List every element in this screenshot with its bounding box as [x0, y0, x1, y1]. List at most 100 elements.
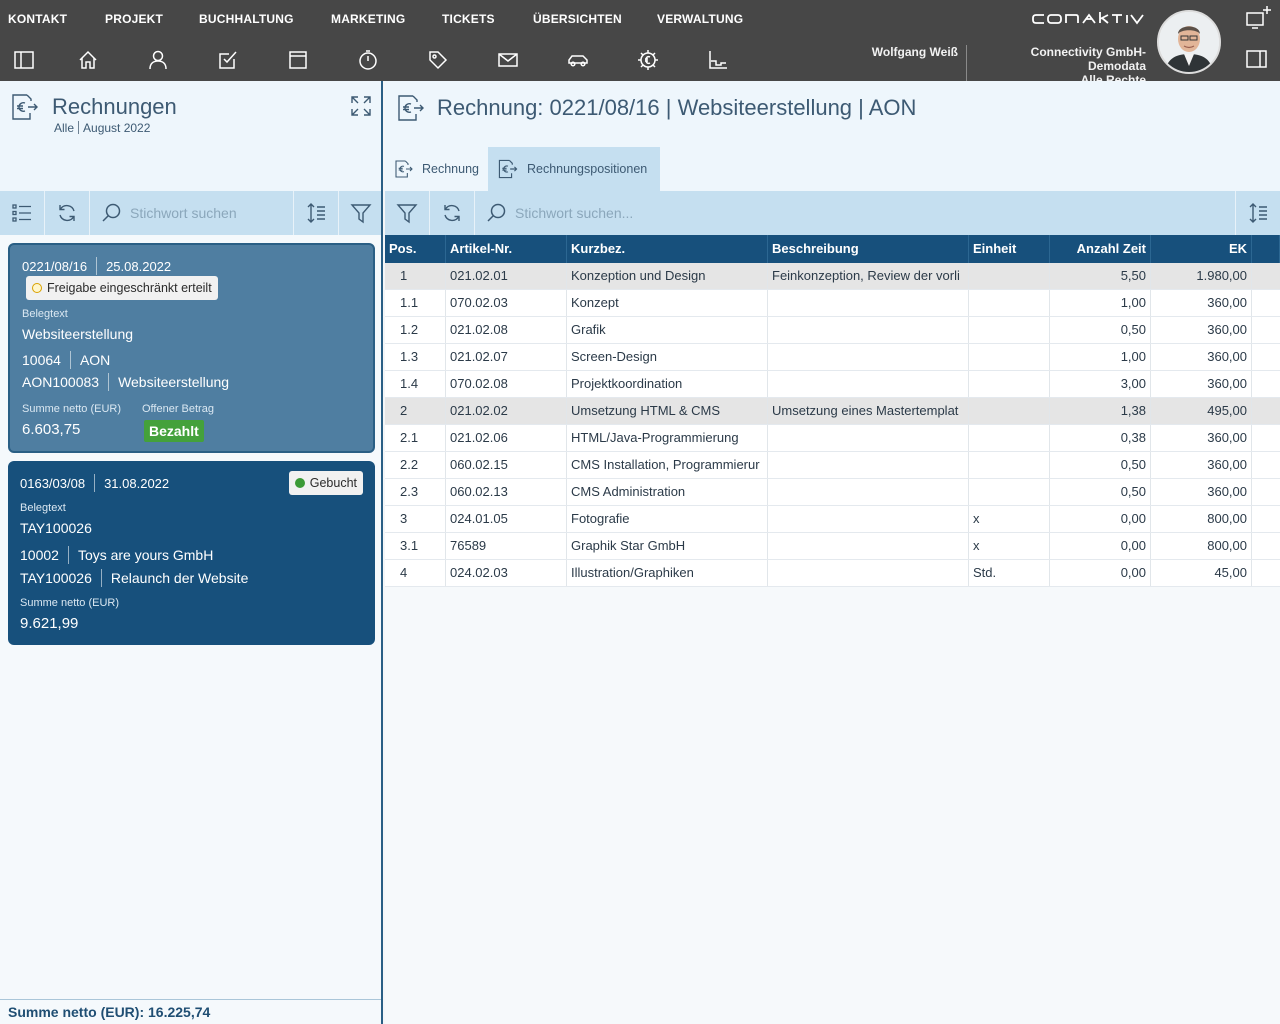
belegtext-label: Belegtext	[22, 308, 68, 320]
search-input[interactable]: Stichwort suchen...	[485, 191, 1225, 235]
cell-artikel: 76589	[446, 533, 567, 559]
table-row[interactable]: 1.3 021.02.07 Screen-Design 1,00 360,00	[385, 344, 1280, 371]
car-icon[interactable]	[558, 40, 598, 80]
cell-beschreibung	[768, 560, 969, 586]
table-row[interactable]: 2 021.02.02 Umsetzung HTML & CMS Umsetzung …	[385, 398, 1280, 425]
table-row[interactable]: 1 021.02.01 Konzeption und Design Feinkonze…	[385, 263, 1280, 290]
conaktiv-logo	[1032, 9, 1148, 29]
list-filter[interactable]: Alle	[54, 121, 74, 135]
contact-icon[interactable]	[138, 40, 178, 80]
refresh-icon[interactable]	[430, 191, 474, 235]
menu-kontakt[interactable]: KONTAKT	[0, 0, 97, 38]
sort-icon[interactable]	[1236, 191, 1280, 235]
col-header-pos[interactable]: Pos.	[385, 235, 446, 263]
sort-icon[interactable]	[294, 191, 338, 235]
divider	[108, 373, 110, 391]
expand-icon[interactable]	[349, 94, 373, 118]
sum-label: Summe netto (EUR)	[22, 403, 122, 415]
menu-uebersichten[interactable]: ÜBERSICHTEN	[525, 0, 649, 38]
list-period[interactable]: August 2022	[83, 121, 150, 135]
table-row[interactable]: 2.2 060.02.15 CMS Installation, Programmie…	[385, 452, 1280, 479]
menu-buchhaltung[interactable]: BUCHHALTUNG	[191, 0, 323, 38]
invoice-card-selected[interactable]: 0221/08/16 25.08.2022 Freigabe eingeschrä…	[8, 243, 375, 453]
menu-projekt[interactable]: PROJEKT	[97, 0, 191, 38]
tab-rechnung[interactable]: Rechnung	[385, 147, 488, 191]
cell-artikel: 070.02.03	[446, 290, 567, 316]
cell-ek: 360,00	[1151, 344, 1252, 370]
table-row[interactable]: 2.1 021.02.06 HTML/Java-Programmierung 0,38…	[385, 425, 1280, 452]
cell-einheit: Std.	[969, 560, 1050, 586]
search-placeholder: Stichwort suchen...	[515, 205, 634, 221]
card-header: 0163/03/08 31.08.2022	[20, 474, 169, 492]
cell-kurzbez: Graphik Star GmbH	[567, 533, 768, 559]
list-view-icon[interactable]	[0, 191, 44, 235]
table-row[interactable]: 3 024.01.05 Fotografie x 0,00 800,00	[385, 506, 1280, 533]
project-line: AON100083 Websiteerstellung	[22, 373, 229, 391]
col-header-kurzbez[interactable]: Kurzbez.	[567, 235, 768, 263]
status-text: Gebucht	[309, 476, 357, 490]
cell-extra	[1252, 533, 1280, 559]
detail-toolbar: Stichwort suchen...	[385, 191, 1280, 235]
cell-extra	[1252, 479, 1280, 505]
table-header: Pos. Artikel-Nr. Kurzbez. Beschreibung E…	[385, 235, 1280, 263]
invoice-card[interactable]: 0163/03/08 31.08.2022 Gebucht Belegtext T…	[8, 461, 375, 645]
mail-icon[interactable]	[488, 40, 528, 80]
calendar-icon[interactable]	[278, 40, 318, 80]
filter-icon[interactable]	[385, 191, 429, 235]
status-badge: Freigabe eingeschränkt erteilt	[26, 276, 218, 300]
cell-beschreibung: Umsetzung eines Mastertemplat	[768, 398, 969, 424]
menu-verwaltung[interactable]: VERWALTUNG	[649, 0, 759, 38]
cell-einheit	[969, 479, 1050, 505]
sidebar-toggle-icon[interactable]	[4, 40, 44, 80]
cell-artikel: 021.02.06	[446, 425, 567, 451]
cell-einheit: x	[969, 506, 1050, 532]
home-icon[interactable]	[68, 40, 108, 80]
table-row[interactable]: 2.3 060.02.13 CMS Administration 0,50 360,00	[385, 479, 1280, 506]
cell-pos: 1	[385, 263, 446, 289]
customer-line: 10002 Toys are yours GmbH	[20, 546, 213, 564]
table-row[interactable]: 3.1 76589 Graphik Star GmbH x 0,00 800,00	[385, 533, 1280, 560]
cell-ek: 360,00	[1151, 371, 1252, 397]
cell-anzahl: 0,50	[1050, 479, 1151, 505]
cell-pos: 2	[385, 398, 446, 424]
cell-extra	[1252, 560, 1280, 586]
menu-tickets[interactable]: TICKETS	[434, 0, 525, 38]
col-header-artikel[interactable]: Artikel-Nr.	[446, 235, 567, 263]
col-header-ek[interactable]: EK	[1151, 235, 1252, 263]
project-line: TAY100026 Relaunch der Website	[20, 569, 248, 587]
tab-rechnungspositionen[interactable]: Rechnungspositionen	[488, 147, 660, 191]
tasks-icon[interactable]	[208, 40, 248, 80]
status-badge: Gebucht	[288, 471, 363, 495]
divider	[69, 351, 71, 369]
search-icon	[102, 203, 121, 222]
cell-kurzbez: Grafik	[567, 317, 768, 343]
customer-name: AON	[79, 352, 111, 368]
invoice-euro-icon	[498, 159, 518, 179]
cell-anzahl: 0,00	[1050, 560, 1151, 586]
filter-icon[interactable]	[339, 191, 383, 235]
col-header-einheit[interactable]: Einheit	[969, 235, 1050, 263]
table-row[interactable]: 4 024.02.03 Illustration/Graphiken Std. 0,00…	[385, 560, 1280, 587]
cell-kurzbez: Konzeption und Design	[567, 263, 768, 289]
col-header-anzahl[interactable]: Anzahl Zeit	[1050, 235, 1151, 263]
euro-settings-icon[interactable]	[628, 40, 668, 80]
avatar[interactable]	[1157, 10, 1221, 74]
cell-einheit	[969, 263, 1050, 289]
table-row[interactable]: 1.1 070.02.03 Konzept 1,00 360,00	[385, 290, 1280, 317]
search-input[interactable]: Stichwort suchen	[100, 191, 290, 235]
table-row[interactable]: 1.4 070.02.08 Projektkoordination 3,00 360,0…	[385, 371, 1280, 398]
sum-label: Summe netto (EUR)	[20, 597, 120, 609]
refresh-icon[interactable]	[45, 191, 89, 235]
tag-icon[interactable]	[418, 40, 458, 80]
col-header-beschreibung[interactable]: Beschreibung	[768, 235, 969, 263]
cell-anzahl: 0,00	[1050, 533, 1151, 559]
cell-pos: 1.4	[385, 371, 446, 397]
cell-kurzbez: Illustration/Graphiken	[567, 560, 768, 586]
chart-icon[interactable]	[698, 40, 738, 80]
menu-marketing[interactable]: MARKETING	[323, 0, 434, 38]
cell-einheit	[969, 344, 1050, 370]
new-window-icon[interactable]	[1244, 4, 1274, 30]
right-panel-toggle-icon[interactable]	[1244, 46, 1270, 72]
table-row[interactable]: 1.2 021.02.08 Grafik 0,50 360,00	[385, 317, 1280, 344]
timer-icon[interactable]	[348, 40, 388, 80]
